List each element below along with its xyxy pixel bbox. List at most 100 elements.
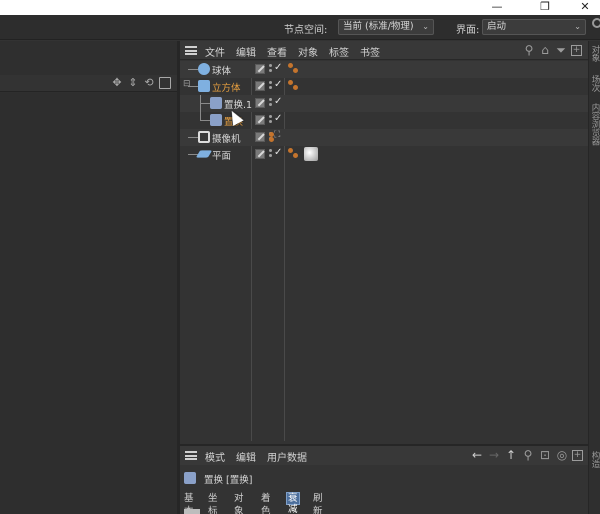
visibility-dots-icon[interactable] bbox=[269, 115, 273, 125]
top-bar: 节点空间: 当前 (标准/物理) ⌄ 界面: 启动 ⌄ bbox=[0, 15, 600, 40]
material-tag-icon[interactable] bbox=[304, 147, 318, 161]
phong-tag-icon[interactable] bbox=[269, 131, 281, 143]
move-icon[interactable]: ✥ bbox=[111, 77, 123, 89]
displacer-icon bbox=[210, 114, 222, 126]
right-tab-takes[interactable]: 场次 bbox=[589, 75, 600, 92]
tree-connector bbox=[200, 103, 210, 104]
viewport-canvas[interactable] bbox=[0, 93, 177, 514]
search-icon[interactable] bbox=[592, 18, 600, 28]
restore-button[interactable]: ❐ bbox=[530, 0, 560, 15]
menu-edit[interactable]: 编辑 bbox=[236, 449, 256, 464]
up-down-icon[interactable]: ⇕ bbox=[127, 77, 139, 89]
new-window-icon[interactable]: + bbox=[571, 45, 582, 56]
object-row[interactable]: 摄像机 ⛶ bbox=[180, 129, 588, 146]
displacer-icon bbox=[210, 97, 222, 109]
menu-view[interactable]: 查看 bbox=[267, 44, 287, 59]
plane-icon bbox=[195, 150, 213, 158]
target-icon[interactable]: ◎ bbox=[555, 448, 569, 462]
phong-tag-icon[interactable] bbox=[288, 148, 300, 160]
filter-icon[interactable]: ⏷ bbox=[554, 43, 568, 57]
window-titlebar: — ❐ ✕ bbox=[0, 0, 600, 15]
menu-edit[interactable]: 编辑 bbox=[236, 44, 256, 59]
tree-connector bbox=[200, 95, 201, 112]
right-tab-construction[interactable]: 构造 bbox=[589, 451, 600, 468]
enabled-check-icon[interactable]: ✓ bbox=[274, 96, 282, 107]
attribute-tab[interactable]: 对象 bbox=[233, 492, 245, 514]
camera-icon bbox=[198, 131, 210, 143]
object-row[interactable]: ⊟ 立方体 ✓ bbox=[180, 78, 588, 95]
attribute-tab[interactable]: 着色 bbox=[260, 492, 272, 514]
object-name[interactable]: 立方体 bbox=[212, 80, 241, 94]
search-icon[interactable]: ⚲ bbox=[522, 43, 536, 57]
object-row[interactable]: 置换.1 ✓ bbox=[180, 95, 588, 112]
layout-label: 界面: bbox=[456, 25, 480, 36]
tree-connector bbox=[188, 69, 198, 70]
object-name[interactable]: 平面 bbox=[212, 148, 231, 162]
layout-select[interactable]: 启动 ⌄ bbox=[482, 19, 586, 35]
close-button[interactable]: ✕ bbox=[570, 0, 600, 15]
attribute-object-name: 置换 [置换] bbox=[204, 475, 253, 486]
layer-icon[interactable] bbox=[255, 149, 265, 159]
hamburger-menu-icon[interactable] bbox=[185, 451, 197, 460]
object-row[interactable]: 球体 ✓ bbox=[180, 61, 588, 78]
visibility-dots-icon[interactable] bbox=[269, 81, 273, 91]
object-name[interactable]: 置换.1 bbox=[224, 97, 252, 111]
layer-icon[interactable] bbox=[255, 115, 265, 125]
home-icon[interactable]: ⌂ bbox=[538, 43, 552, 57]
menu-bookmark[interactable]: 书签 bbox=[360, 44, 380, 59]
visibility-dots-icon[interactable] bbox=[269, 64, 273, 74]
layout-value: 启动 bbox=[487, 21, 507, 32]
enabled-check-icon[interactable]: ✓ bbox=[274, 79, 282, 90]
collapse-toggle-icon[interactable]: ⊟ bbox=[183, 79, 191, 89]
attribute-tab[interactable]: 基本 bbox=[183, 492, 195, 514]
layer-icon[interactable] bbox=[255, 98, 265, 108]
visibility-dots-icon[interactable] bbox=[269, 98, 273, 108]
forward-arrow-icon[interactable]: → bbox=[487, 448, 501, 462]
object-manager: 文件 编辑 查看 对象 标签 书签 ⚲ ⌂ ⏷ + 球体 ✓ ⊟ 立方体 ✓ 置换.1 ✓ 置… bbox=[180, 41, 588, 441]
attribute-tab[interactable]: 刷新 bbox=[312, 492, 324, 514]
rotate-view-icon[interactable]: ⟲ bbox=[143, 77, 155, 89]
tree-connector bbox=[200, 112, 201, 121]
viewport-panel: ✥ ⇕ ⟲ bbox=[0, 41, 177, 514]
attribute-tab[interactable]: 衰减 bbox=[286, 492, 300, 514]
attribute-tab[interactable]: 坐标 bbox=[207, 492, 219, 514]
object-manager-menubar: 文件 编辑 查看 对象 标签 书签 ⚲ ⌂ ⏷ + bbox=[180, 41, 588, 60]
sphere-icon bbox=[198, 63, 210, 75]
hamburger-menu-icon[interactable] bbox=[185, 46, 197, 55]
enabled-check-icon[interactable]: ✓ bbox=[274, 147, 282, 158]
viewport-header: ✥ ⇕ ⟲ bbox=[0, 75, 177, 92]
search-icon[interactable]: ⚲ bbox=[521, 448, 535, 462]
layer-icon[interactable] bbox=[255, 81, 265, 91]
phong-tag-icon[interactable] bbox=[288, 80, 300, 92]
chevron-down-icon: ⌄ bbox=[422, 22, 429, 31]
minimize-button[interactable]: — bbox=[482, 0, 512, 15]
object-name[interactable]: 摄像机 bbox=[212, 131, 241, 145]
attribute-manager: 模式 编辑 用户数据 ← → ↑ ⚲ ⊡ ◎ + 置换 [置换] 基本坐标对象着… bbox=[180, 444, 588, 514]
right-tab-strip: 对象 场次 内容浏览器 构造 bbox=[588, 41, 600, 514]
cube-icon bbox=[198, 80, 210, 92]
layout-icon[interactable] bbox=[159, 77, 171, 89]
right-tab-content-browser[interactable]: 内容浏览器 bbox=[589, 103, 600, 146]
menu-user-data[interactable]: 用户数据 bbox=[267, 449, 307, 464]
enabled-check-icon[interactable]: ✓ bbox=[274, 62, 282, 73]
node-space-select[interactable]: 当前 (标准/物理) ⌄ bbox=[338, 19, 434, 35]
visibility-dots-icon[interactable] bbox=[269, 149, 273, 159]
menu-object[interactable]: 对象 bbox=[298, 44, 318, 59]
up-arrow-icon[interactable]: ↑ bbox=[504, 448, 518, 462]
tree-connector bbox=[200, 120, 210, 121]
phong-tag-icon[interactable] bbox=[288, 63, 300, 75]
menu-file[interactable]: 文件 bbox=[205, 44, 225, 59]
displacer-icon bbox=[184, 472, 196, 484]
object-row[interactable]: 平面 ✓ bbox=[180, 146, 588, 163]
menu-mode[interactable]: 模式 bbox=[205, 449, 225, 464]
section-heading bbox=[184, 509, 200, 514]
menu-tag[interactable]: 标签 bbox=[329, 44, 349, 59]
back-arrow-icon[interactable]: ← bbox=[470, 448, 484, 462]
new-window-icon[interactable]: + bbox=[572, 450, 583, 461]
object-name[interactable]: 球体 bbox=[212, 63, 231, 77]
layer-icon[interactable] bbox=[255, 64, 265, 74]
layer-icon[interactable] bbox=[255, 132, 265, 142]
enabled-check-icon[interactable]: ✓ bbox=[274, 113, 282, 124]
right-tab-objects[interactable]: 对象 bbox=[589, 45, 600, 62]
lock-icon[interactable]: ⊡ bbox=[538, 448, 552, 462]
